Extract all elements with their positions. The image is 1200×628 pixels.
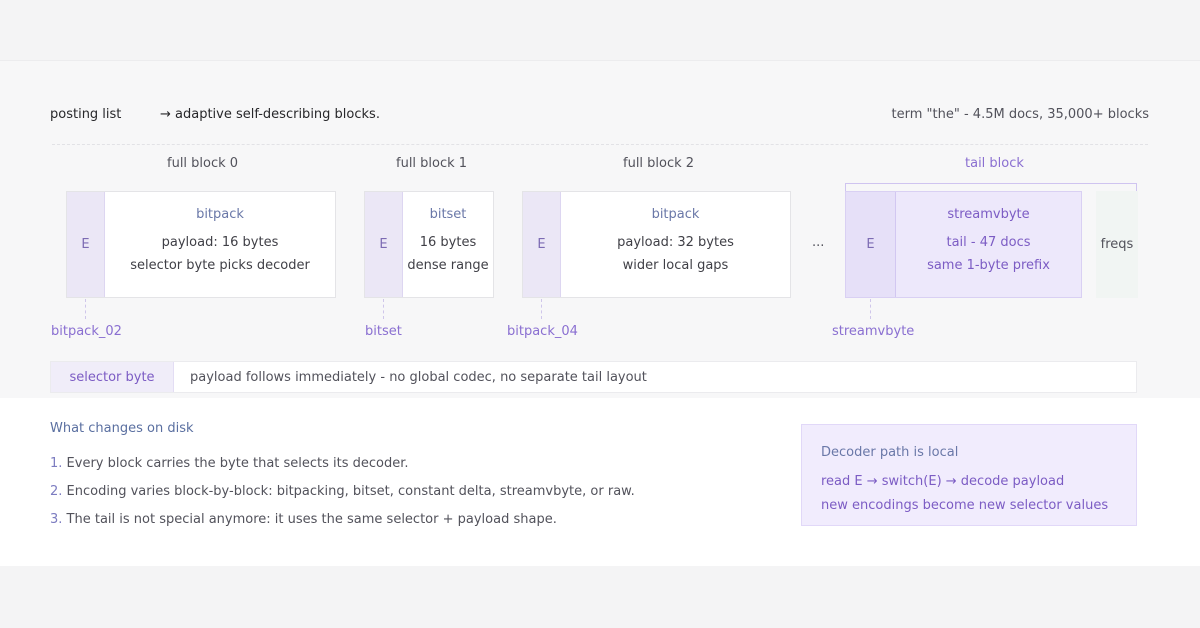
item-text: Every block carries the byte that select… [66, 456, 409, 471]
block-payload: bitpack payload: 32 bytes wider local ga… [561, 192, 790, 297]
encoding-name: bitpack [196, 207, 244, 222]
decoder-callout: Decoder path is local read E → switch(E)… [801, 424, 1137, 526]
tag-connector [541, 299, 542, 319]
block-label-2: full block 2 [623, 156, 695, 171]
item-number: 1. [50, 456, 63, 471]
selector-byte-cell: E [846, 192, 896, 297]
block-label-0: full block 0 [167, 156, 239, 171]
payload-note: selector byte picks decoder [130, 258, 310, 273]
tag-bitpack-02: bitpack_02 [51, 324, 122, 339]
decoder-line-1: read E → switch(E) → decode payload [821, 474, 1065, 489]
tail-block: E streamvbyte tail - 47 docs same 1-byte… [845, 191, 1082, 298]
payload-line: payload: 16 bytes [161, 235, 279, 250]
encoding-name: streamvbyte [947, 207, 1030, 222]
payload-note: dense range [407, 258, 489, 273]
selector-byte-cell: E [365, 192, 403, 297]
tag-connector [870, 299, 871, 319]
full-block-1: E bitset 16 bytes dense range [364, 191, 494, 298]
selector-byte-cell: E [67, 192, 105, 297]
payload-note: same 1-byte prefix [927, 258, 1050, 273]
tag-streamvbyte: streamvbyte [832, 324, 915, 339]
selector-byte-cell: E [523, 192, 561, 297]
selector-byte-label: selector byte [51, 362, 174, 392]
term-meta: term "the" - 4.5M docs, 35,000+ blocks [891, 107, 1149, 122]
changes-heading: What changes on disk [50, 421, 194, 436]
change-item-1: 1. Every block carries the byte that sel… [50, 456, 409, 471]
block-label-1: full block 1 [396, 156, 468, 171]
selector-byte-row: selector byte payload follows immediatel… [50, 361, 1137, 393]
payload-line: payload: 32 bytes [617, 235, 734, 250]
tag-connector [383, 299, 384, 319]
decoder-line-2: new encodings become new selector values [821, 498, 1109, 513]
decoder-title: Decoder path is local [821, 445, 959, 460]
tag-bitpack-04: bitpack_04 [507, 324, 578, 339]
posting-list-title: posting list [50, 107, 122, 122]
header-divider [52, 144, 1148, 145]
item-number: 2. [50, 484, 63, 499]
tag-bitset: bitset [365, 324, 402, 339]
block-label-tail: tail block [965, 156, 1024, 171]
tag-connector [85, 299, 86, 319]
adaptive-blocks-subtitle: → adaptive self-describing blocks. [160, 107, 380, 122]
item-text: The tail is not special anymore: it uses… [66, 512, 557, 527]
freqs-column: freqs [1096, 191, 1138, 298]
payload-line: 16 bytes [419, 235, 477, 250]
change-item-2: 2. Encoding varies block-by-block: bitpa… [50, 484, 635, 499]
tail-bracket [845, 183, 1137, 191]
selector-byte-description: payload follows immediately - no global … [190, 370, 647, 385]
block-payload: streamvbyte tail - 47 docs same 1-byte p… [896, 192, 1081, 297]
change-item-3: 3. The tail is not special anymore: it u… [50, 512, 557, 527]
encoding-name: bitpack [651, 207, 700, 222]
full-block-2: E bitpack payload: 32 bytes wider local … [522, 191, 791, 298]
item-number: 3. [50, 512, 63, 527]
item-text: Encoding varies block-by-block: bitpacki… [66, 484, 635, 499]
payload-note: wider local gaps [622, 258, 729, 273]
full-block-0: E bitpack payload: 16 bytes selector byt… [66, 191, 336, 298]
block-payload: bitpack payload: 16 bytes selector byte … [105, 192, 335, 297]
ellipsis: ... [812, 235, 825, 250]
block-payload: bitset 16 bytes dense range [403, 192, 493, 297]
encoding-name: bitset [429, 207, 467, 222]
payload-line: tail - 47 docs [946, 235, 1031, 250]
